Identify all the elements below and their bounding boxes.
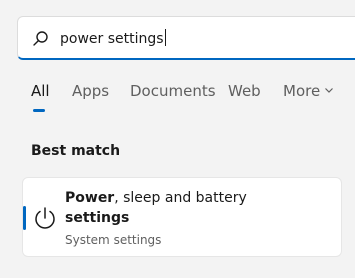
search-query: power settings — [60, 31, 164, 47]
best-match-heading: Best match — [31, 143, 121, 159]
tab-apps[interactable]: Apps — [72, 82, 109, 100]
result-subtitle: System settings — [65, 233, 162, 247]
tab-more[interactable]: More — [283, 82, 334, 100]
search-icon — [33, 31, 48, 46]
result-title: Power, sleep and battery settings — [65, 188, 285, 228]
best-match-result[interactable]: Power, sleep and battery settings System… — [22, 177, 342, 257]
search-panel: power settings All Apps Documents Web Mo… — [0, 0, 355, 278]
search-input[interactable]: power settings — [60, 27, 350, 51]
power-icon — [35, 207, 55, 229]
result-title-bold-1: Power — [65, 190, 115, 206]
tab-web[interactable]: Web — [228, 82, 261, 100]
search-tabs: All Apps Documents Web More — [0, 82, 355, 116]
selection-indicator — [23, 206, 26, 230]
search-box[interactable]: power settings — [17, 16, 355, 60]
active-tab-indicator — [33, 109, 45, 112]
result-title-bold-2: settings — [65, 210, 130, 226]
tab-more-label: More — [283, 82, 321, 100]
tab-documents[interactable]: Documents — [130, 82, 216, 100]
result-title-rest-1: , sleep and battery — [114, 190, 247, 206]
text-caret — [164, 29, 166, 46]
chevron-down-icon — [325, 88, 334, 93]
tab-all[interactable]: All — [31, 82, 50, 100]
